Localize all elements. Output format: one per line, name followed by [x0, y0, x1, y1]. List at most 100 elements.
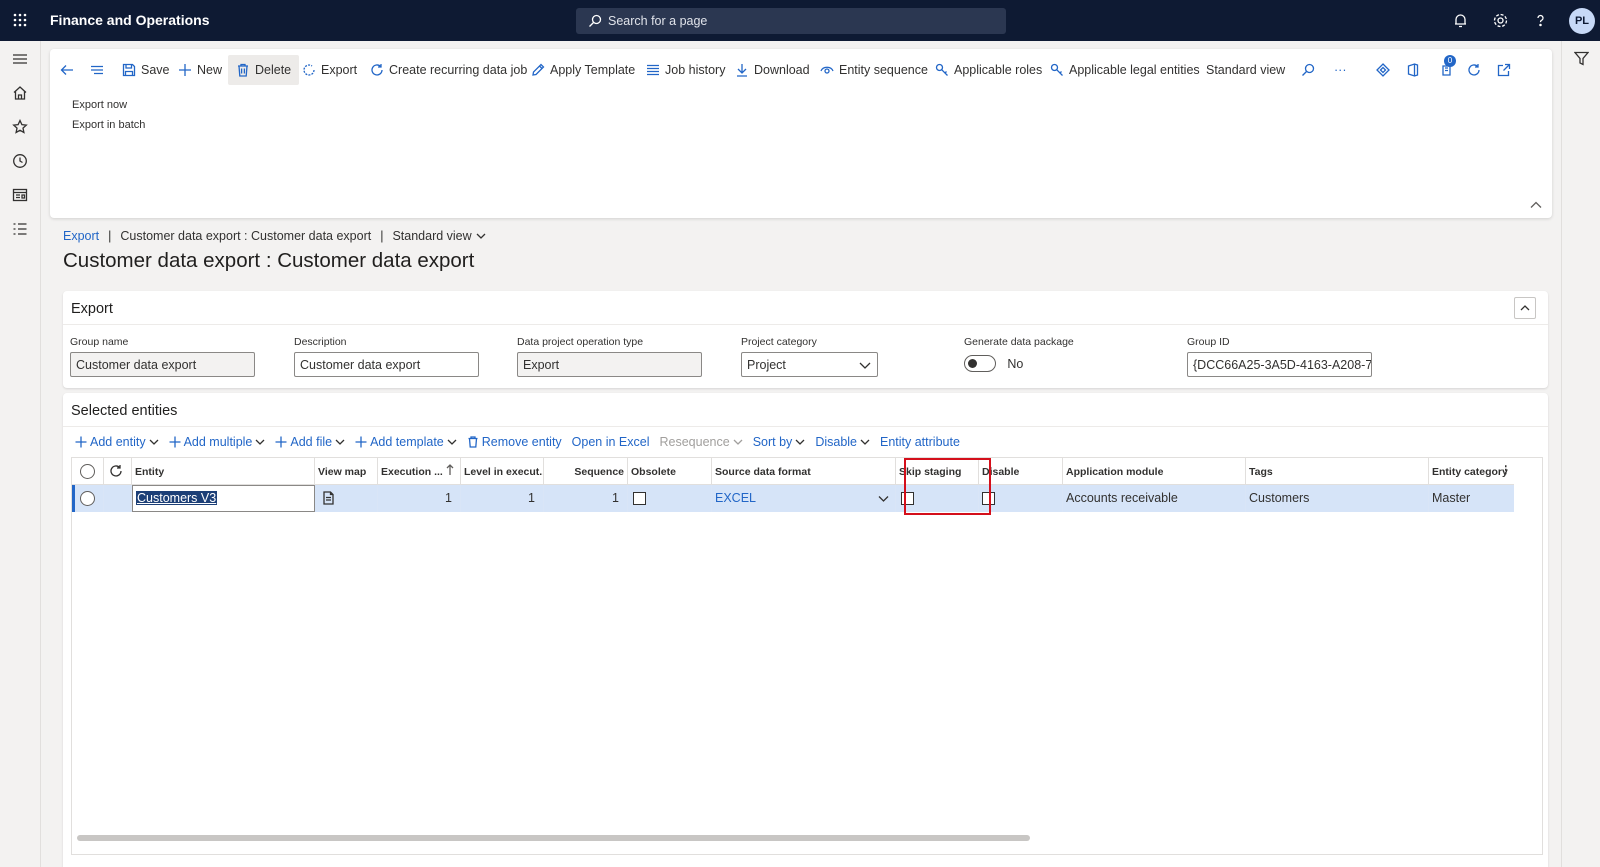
applicable-roles-button[interactable]: Applicable roles — [935, 55, 1042, 85]
group-id-field: Group ID {DCC66A25-3A5D-4163-A208-7... — [1187, 336, 1372, 377]
more-options-button[interactable]: ··· — [1334, 55, 1347, 85]
skip-staging-highlight — [904, 458, 991, 515]
sequence-cell[interactable]: 1 — [544, 485, 628, 512]
horizontal-scrollbar[interactable] — [77, 835, 1030, 841]
group-id-label: Group ID — [1187, 336, 1230, 348]
column-header-view-map[interactable]: View map — [315, 458, 378, 485]
tags-cell[interactable]: Customers — [1246, 485, 1429, 512]
export-now-menu-item[interactable]: Export now — [72, 99, 127, 111]
generate-package-toggle[interactable] — [964, 355, 996, 372]
office-icon — [1406, 63, 1420, 77]
filter-icon[interactable] — [1574, 51, 1589, 66]
entity-attribute-button[interactable]: Entity attribute — [880, 435, 960, 449]
standard-view-button[interactable]: Standard view — [1206, 55, 1285, 85]
row-select-radio[interactable] — [80, 491, 95, 506]
column-header-obsolete[interactable]: Obsolete — [628, 458, 712, 485]
refresh-grid-column[interactable] — [104, 458, 132, 485]
column-header-sequence[interactable]: Sequence — [544, 458, 628, 485]
hamburger-menu-icon[interactable] — [12, 51, 28, 67]
applicable-legal-entities-button[interactable]: Applicable legal entities — [1050, 55, 1200, 85]
export-section-header[interactable]: Export — [71, 301, 113, 317]
view-map-cell[interactable] — [315, 485, 378, 512]
column-header-execution[interactable]: Execution ... — [378, 458, 461, 485]
group-id-input[interactable]: {DCC66A25-3A5D-4163-A208-7... — [1187, 352, 1372, 377]
column-header-application-module[interactable]: Application module — [1063, 458, 1246, 485]
entity-cell[interactable]: Customers V3 — [132, 485, 315, 512]
search-input[interactable]: Search for a page — [576, 8, 1006, 34]
bell-icon[interactable] — [1452, 12, 1469, 29]
remove-entity-button[interactable]: Remove entity — [467, 435, 562, 449]
add-multiple-button[interactable]: Add multiple — [169, 435, 266, 449]
column-header-disable[interactable]: Disable — [979, 458, 1063, 485]
select-all-column[interactable] — [72, 458, 104, 485]
chevron-up-icon[interactable] — [1530, 199, 1542, 211]
source-data-format-cell[interactable]: EXCEL — [712, 485, 896, 512]
resequence-button[interactable]: Resequence — [660, 435, 743, 449]
disable-button[interactable]: Disable — [815, 435, 870, 449]
star-icon[interactable] — [12, 119, 28, 135]
open-new-window-button[interactable] — [1497, 55, 1511, 85]
job-history-button[interactable]: Job history — [646, 55, 725, 85]
entity-value[interactable]: Customers V3 — [136, 491, 218, 505]
office-button[interactable] — [1406, 55, 1420, 85]
chevron-down-icon — [335, 437, 345, 447]
add-template-button[interactable]: Add template — [355, 435, 457, 449]
chevron-down-icon — [859, 359, 871, 371]
export-in-batch-menu-item[interactable]: Export in batch — [72, 119, 145, 131]
modules-list-icon[interactable] — [12, 221, 28, 237]
avatar[interactable]: PL — [1569, 8, 1595, 34]
column-header-source-data-format[interactable]: Source data format — [712, 458, 896, 485]
entity-category-cell[interactable]: Master — [1429, 485, 1514, 512]
collapse-section-button[interactable] — [1514, 297, 1536, 319]
pop-out-icon — [1497, 63, 1511, 77]
obsolete-checkbox[interactable] — [633, 492, 646, 505]
trash-icon — [467, 436, 479, 448]
help-icon[interactable] — [1532, 12, 1549, 29]
selected-entities-header[interactable]: Selected entities — [71, 403, 177, 419]
row-select-cell[interactable] — [72, 485, 104, 512]
open-in-excel-button[interactable]: Open in Excel — [572, 435, 650, 449]
gear-icon[interactable] — [1492, 12, 1509, 29]
level-cell[interactable]: 1 — [461, 485, 544, 512]
app-launcher-icon[interactable] — [12, 12, 28, 28]
add-entity-button[interactable]: Add entity — [75, 435, 159, 449]
group-name-label: Group name — [70, 336, 129, 348]
column-header-level[interactable]: Level in execut... — [461, 458, 544, 485]
delete-button[interactable]: Delete — [228, 55, 300, 85]
column-options-icon[interactable]: ⋮ — [1501, 464, 1512, 476]
clock-icon[interactable] — [12, 153, 28, 169]
action-menu-button[interactable] — [90, 55, 104, 85]
application-module-cell[interactable]: Accounts receivable — [1063, 485, 1246, 512]
view-map-icon[interactable] — [322, 491, 335, 505]
refresh-button[interactable] — [1467, 55, 1481, 85]
app-title[interactable]: Finance and Operations — [50, 12, 209, 28]
operation-type-input[interactable]: Export — [517, 352, 702, 377]
description-input[interactable]: Customer data export — [294, 352, 479, 377]
home-icon[interactable] — [12, 85, 28, 101]
back-button[interactable] — [60, 55, 74, 85]
breadcrumb-root-link[interactable]: Export — [63, 229, 99, 243]
chevron-down-icon[interactable] — [878, 493, 889, 504]
power-apps-button[interactable] — [1376, 55, 1390, 85]
new-button[interactable]: New — [178, 55, 222, 85]
project-category-select[interactable]: Project — [741, 352, 878, 377]
entity-sequence-button[interactable]: Entity sequence — [820, 55, 928, 85]
column-header-tags[interactable]: Tags — [1246, 458, 1429, 485]
sort-by-button[interactable]: Sort by — [753, 435, 806, 449]
view-selector[interactable]: Standard view — [392, 229, 486, 243]
create-recurring-data-job-button[interactable]: Create recurring data job — [370, 55, 527, 85]
select-all-radio[interactable] — [80, 464, 95, 479]
column-header-entity[interactable]: Entity — [132, 458, 315, 485]
column-header-entity-category[interactable]: Entity category ⋮ — [1429, 458, 1514, 485]
execution-cell[interactable]: 1 — [378, 485, 461, 512]
workspace-icon[interactable] — [12, 187, 28, 203]
save-button[interactable]: Save — [122, 55, 170, 85]
eye-icon — [820, 63, 834, 77]
breadcrumb-separator: | — [108, 229, 112, 243]
search-button[interactable] — [1301, 55, 1315, 85]
add-file-button[interactable]: Add file — [275, 435, 345, 449]
download-button[interactable]: Download — [735, 55, 810, 85]
export-button[interactable]: Export — [302, 55, 357, 85]
group-name-input[interactable]: Customer data export — [70, 352, 255, 377]
apply-template-button[interactable]: Apply Template — [531, 55, 635, 85]
